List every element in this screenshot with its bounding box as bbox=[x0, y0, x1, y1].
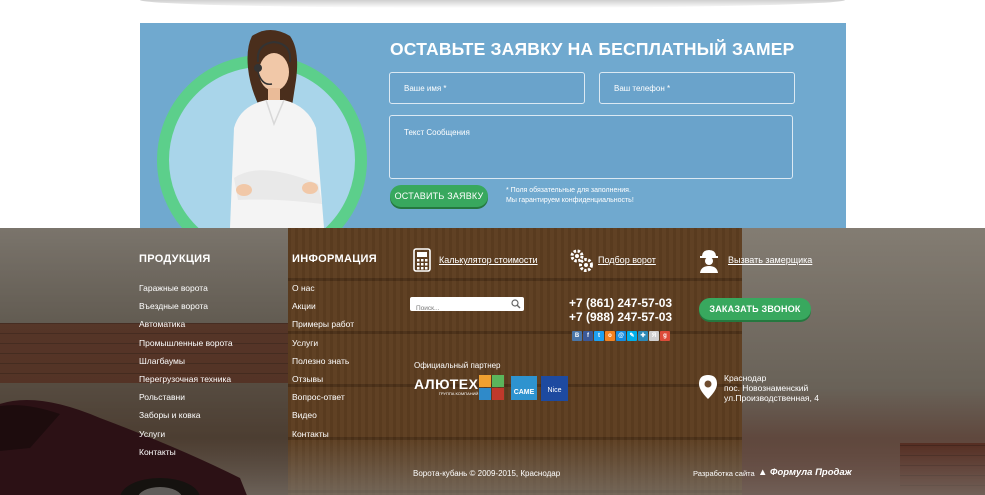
yandex-icon[interactable]: Я bbox=[649, 331, 659, 341]
products-list: Гаражные ворота Въездные ворота Автомати… bbox=[139, 283, 233, 465]
gears-icon bbox=[570, 249, 593, 272]
partner-tiles-logo bbox=[479, 375, 504, 400]
info-item[interactable]: Видео bbox=[292, 410, 354, 428]
products-title: ПРОДУКЦИЯ bbox=[139, 253, 211, 265]
message-textarea[interactable]: Текст Сообщения bbox=[389, 115, 793, 179]
order-call-button[interactable]: ЗАКАЗАТЬ ЗВОНОК bbox=[699, 298, 811, 320]
twitter-icon[interactable]: t bbox=[594, 331, 604, 341]
alutech-logo[interactable]: АЛЮТЕХ ГРУППА КОМПАНИЙ bbox=[414, 376, 478, 396]
info-item[interactable]: Контакты bbox=[292, 429, 354, 447]
products-item[interactable]: Промышленные ворота bbox=[139, 338, 233, 356]
odnoklassniki-icon[interactable]: о bbox=[605, 331, 615, 341]
info-item[interactable]: Вопрос-ответ bbox=[292, 392, 354, 410]
facebook-icon[interactable]: f bbox=[583, 331, 593, 341]
search-icon[interactable] bbox=[511, 299, 521, 309]
products-item[interactable]: Въездные ворота bbox=[139, 301, 233, 319]
phone-number-1[interactable]: +7 (861) 247-57-03 bbox=[569, 296, 672, 310]
copyright: Ворота-кубань © 2009-2015, Краснодар bbox=[413, 469, 561, 478]
gate-selection-link[interactable]: Подбор ворот bbox=[598, 255, 656, 265]
products-item[interactable]: Заборы и ковка bbox=[139, 410, 233, 428]
address-street: ул.Производственная, 4 bbox=[724, 393, 819, 403]
products-item[interactable]: Рольставни bbox=[139, 392, 233, 410]
search-input[interactable] bbox=[410, 301, 506, 316]
info-item[interactable]: Примеры работ bbox=[292, 319, 354, 337]
calculator-link[interactable]: Калькулятор стоимости bbox=[439, 255, 538, 265]
site-footer: ПРОДУКЦИЯ Гаражные ворота Въездные ворот… bbox=[0, 228, 985, 495]
message-placeholder: Текст Сообщения bbox=[404, 128, 470, 137]
note-line-1: * Поля обязательные для заполнения. bbox=[506, 187, 631, 194]
info-list: О нас Акции Примеры работ Услуги Полезно… bbox=[292, 283, 354, 447]
info-item[interactable]: Полезно знать bbox=[292, 356, 354, 374]
products-item[interactable]: Контакты bbox=[139, 447, 233, 465]
call-measurer-link[interactable]: Вызвать замерщика bbox=[728, 255, 812, 265]
alutech-name: АЛЮТЕХ bbox=[414, 376, 479, 392]
measurement-request-form: ОСТАВЬТЕ ЗАЯВКУ НА БЕСПЛАТНЫЙ ЗАМЕР Ваше… bbox=[140, 23, 846, 228]
phone-number-2[interactable]: +7 (988) 247-57-03 bbox=[569, 310, 672, 324]
came-logo[interactable]: CAME bbox=[511, 376, 537, 400]
info-item[interactable]: Отзывы bbox=[292, 374, 354, 392]
products-item[interactable]: Гаражные ворота bbox=[139, 283, 233, 301]
note-line-2: Мы гарантируем конфиденциальность! bbox=[506, 197, 634, 204]
products-item[interactable]: Перегрузочная техника bbox=[139, 374, 233, 392]
partner-label: Официальный партнер bbox=[414, 361, 501, 370]
required-fields-note: * Поля обязательные для заполнения. Мы г… bbox=[506, 186, 634, 206]
name-input[interactable]: Ваше имя * bbox=[389, 72, 585, 104]
livejournal-icon[interactable]: ✎ bbox=[627, 331, 637, 341]
worker-icon bbox=[700, 250, 718, 273]
operator-woman-image bbox=[230, 30, 324, 228]
calculator-icon bbox=[413, 248, 431, 272]
search-box bbox=[410, 297, 524, 316]
nice-logo[interactable]: Nice bbox=[541, 376, 568, 401]
liveinternet-icon[interactable]: ✚ bbox=[638, 331, 648, 341]
address-settlement: пос. Новознаменский bbox=[724, 383, 809, 393]
vk-icon[interactable]: В bbox=[572, 331, 582, 341]
products-item[interactable]: Шлагбаумы bbox=[139, 356, 233, 374]
info-title: ИНФОРМАЦИЯ bbox=[292, 253, 377, 265]
phone-placeholder: Ваш телефон * bbox=[614, 84, 671, 93]
developer-name: Формула Продаж bbox=[770, 467, 852, 478]
phone-input[interactable]: Ваш телефон * bbox=[599, 72, 795, 104]
submit-request-button[interactable]: ОСТАВИТЬ ЗАЯВКУ bbox=[390, 185, 488, 207]
address: Краснодар пос. Новознаменский ул.Произво… bbox=[724, 373, 819, 403]
products-item[interactable]: Автоматика bbox=[139, 319, 233, 337]
location-pin-icon bbox=[699, 375, 717, 399]
form-title: ОСТАВЬТЕ ЗАЯВКУ НА БЕСПЛАТНЫЙ ЗАМЕР bbox=[390, 39, 795, 59]
products-item[interactable]: Услуги bbox=[139, 429, 233, 447]
name-placeholder: Ваше имя * bbox=[404, 84, 447, 93]
info-item[interactable]: Акции bbox=[292, 301, 354, 319]
info-item[interactable]: О нас bbox=[292, 283, 354, 301]
googleplus-icon[interactable]: g bbox=[660, 331, 670, 341]
developer-logo[interactable]: ▲ Формула Продаж bbox=[758, 467, 852, 478]
address-city: Краснодар bbox=[724, 373, 767, 383]
info-item[interactable]: Услуги bbox=[292, 338, 354, 356]
moimir-icon[interactable]: @ bbox=[616, 331, 626, 341]
social-icons: В f t о @ ✎ ✚ Я g bbox=[572, 331, 670, 341]
developer-label: Разработка сайта bbox=[693, 469, 755, 478]
